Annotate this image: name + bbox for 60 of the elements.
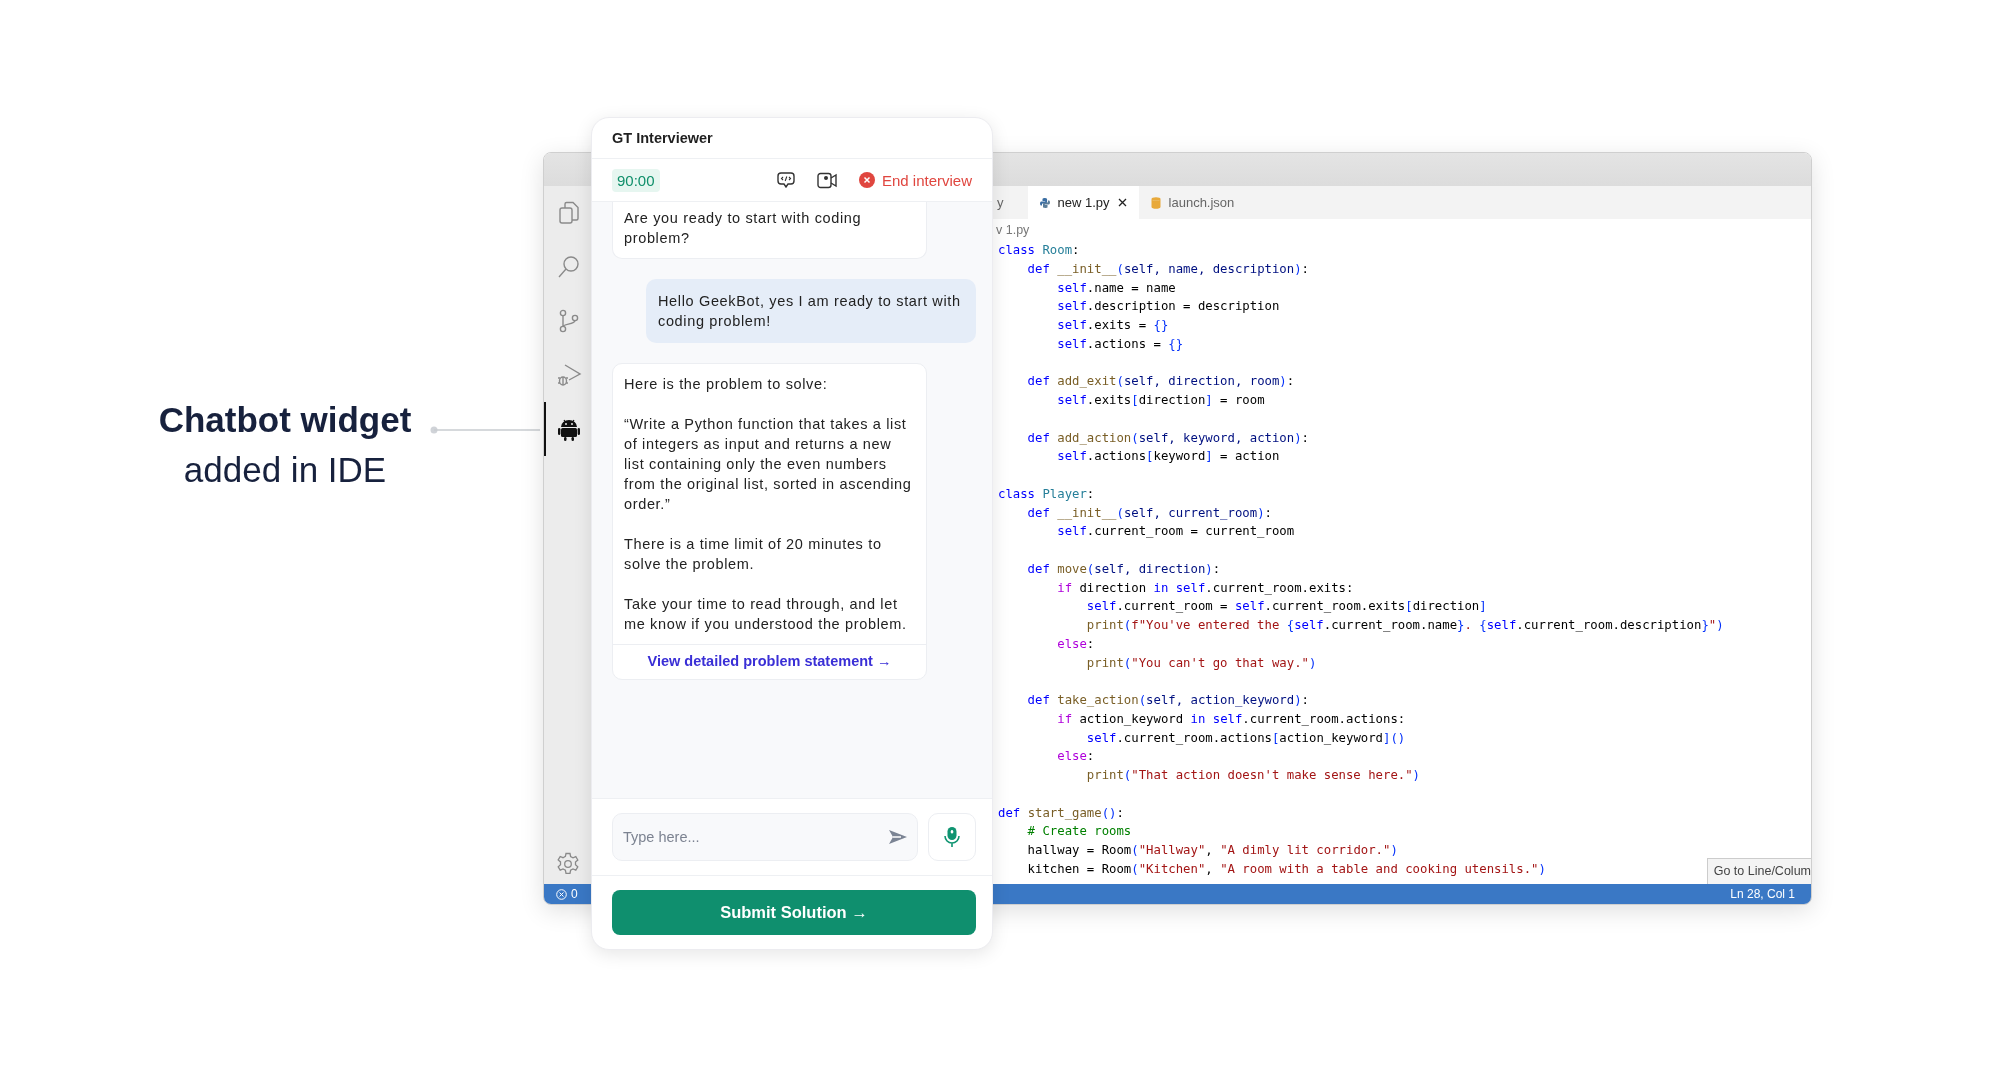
code-line: class Player: — [998, 485, 1095, 503]
editor-tab[interactable]: launch.json — [1138, 186, 1247, 219]
microphone-icon — [944, 826, 960, 848]
message-text: There is a time limit of 20 minutes to solve the problem. — [624, 535, 883, 574]
cursor-position: Ln 28, Col 1 — [1730, 887, 1795, 901]
microphone-button[interactable] — [928, 813, 976, 861]
code-line: self.current_room = self.current_room.exits[direction] — [1085, 598, 1487, 616]
code-line: def add_action(self, keyword, action): — [1026, 429, 1309, 447]
code-line: self.name = name — [1056, 279, 1176, 297]
error-icon — [556, 888, 567, 900]
message-text: “Write a Python function that takes a list of integers as input and returns a new list containing only the even numbers from the original list, sorted in ascending order.” — [624, 415, 913, 514]
code-line: self.actions[keyword] = action — [1056, 448, 1280, 466]
video-icon[interactable] — [816, 171, 837, 189]
settings-icon[interactable] — [555, 852, 580, 876]
problem-statement-link[interactable]: View detailed problem statement → — [647, 653, 892, 669]
code-line: def add_exit(self, direction, room): — [1026, 373, 1295, 391]
chat-title: GT Interviewer — [612, 130, 713, 146]
message-text: Are you ready to start with coding problem? — [624, 209, 863, 248]
code-line: self.current_room.actions[action_keyword]() — [1085, 729, 1406, 747]
code-line: if direction in self.current_room.exits: — [1056, 579, 1354, 597]
code-line: class Room: — [998, 242, 1080, 259]
close-icon[interactable] — [1117, 198, 1127, 207]
code-line: hallway = Room("Hallway", "A dimly lit corridor.") — [1026, 842, 1398, 859]
code-line: print("You can't go that way.") — [1085, 654, 1317, 672]
end-interview-button[interactable]: End interview — [858, 171, 972, 189]
code-line: if action_keyword in self.current_room.actions: — [1056, 710, 1406, 728]
code-line: else: — [1056, 748, 1095, 766]
code-line: # Create rooms — [1026, 823, 1132, 841]
code-line: else: — [1056, 635, 1095, 653]
code-line: kitchen = Room("Kitchen", "A room with a table and cooking utensils.") — [1026, 860, 1546, 878]
code-line: def start_game(): — [998, 804, 1124, 822]
code-line: def move(self, direction): — [1026, 560, 1221, 578]
close-circle-icon — [858, 172, 875, 188]
message-input[interactable]: Type here... — [612, 813, 918, 861]
code-line: def __init__(self, name, description): — [1026, 260, 1309, 278]
message-text: Take your time to read through, and let me know if you understood the problem. — [624, 595, 908, 634]
code-chat-icon[interactable] — [776, 171, 795, 189]
message-text: Hello GeekBot, yes I am ready to start with coding problem! — [658, 292, 962, 331]
send-icon[interactable] — [888, 829, 908, 845]
python-file-icon — [1039, 197, 1050, 208]
caption-subtitle: added in IDE — [182, 449, 388, 491]
editor-tab[interactable]: y — [994, 186, 1028, 219]
code-line: print("That action doesn't make sense here.") — [1085, 767, 1420, 784]
caption-title: Chatbot widget — [157, 399, 413, 441]
code-line: print(f"You've entered the {self.current_room.name}. {self.current_room.description}") — [1085, 617, 1724, 634]
editor-tab[interactable]: new 1.py — [1027, 186, 1139, 219]
code-line: self.description = description — [1056, 298, 1280, 316]
code-line: self.exits = {} — [1056, 317, 1169, 334]
code-line: self.exits[direction] = room — [1056, 392, 1265, 409]
database-icon — [1150, 196, 1161, 209]
code-line: def __init__(self, current_room): — [1026, 504, 1272, 522]
message-text: Here is the problem to solve: — [624, 375, 829, 394]
error-count: 0 — [571, 887, 578, 901]
code-line: self.actions = {} — [1056, 335, 1184, 353]
code-line: def take_action(self, action_keyword): — [1026, 692, 1309, 709]
submit-solution-button[interactable]: Submit Solution → — [612, 890, 976, 935]
timer-badge: 90:00 — [612, 168, 660, 192]
code-line: self.current_room = current_room — [1056, 523, 1295, 541]
breadcrumb: v 1.py — [996, 223, 1030, 237]
goto-line-popup: Go to Line/Colum — [1706, 858, 1811, 884]
